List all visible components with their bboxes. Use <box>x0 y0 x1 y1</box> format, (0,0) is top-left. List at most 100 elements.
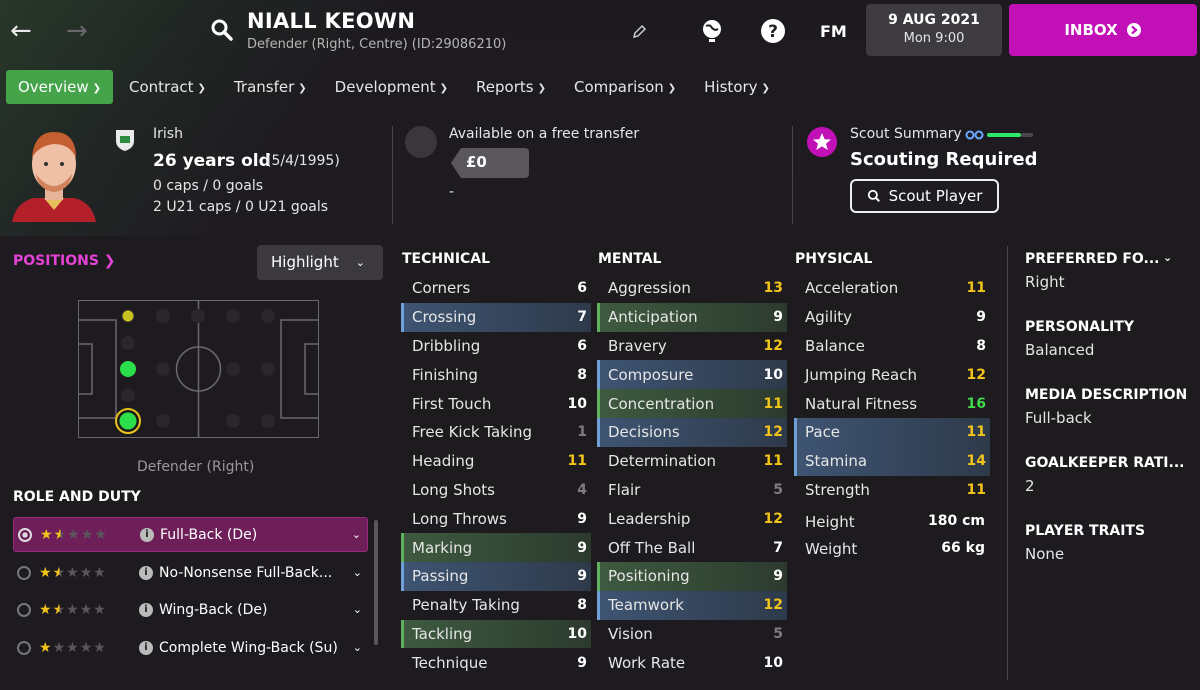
info-icon[interactable]: i <box>139 640 153 655</box>
attribute-row[interactable]: Long Throws 9 <box>401 504 591 533</box>
transfer-value: £0 <box>466 153 487 171</box>
role-item[interactable]: ★★★★★ i No-Nonsense Full-Back... ⌄ <box>13 555 368 590</box>
attribute-row[interactable]: Heading 11 <box>401 447 591 476</box>
chevron-down-icon[interactable]: ⌄ <box>353 603 362 616</box>
globe-icon[interactable] <box>700 18 724 44</box>
attribute-row[interactable]: Crossing 7 <box>401 302 591 332</box>
scout-status: Scouting Required <box>850 149 1038 170</box>
tab-development[interactable]: Development ❯ <box>323 70 460 104</box>
media-label: MEDIA DESCRIPTION <box>1025 387 1188 403</box>
roles-scrollbar[interactable] <box>374 520 378 645</box>
preferred-foot-label: PREFERRED FO... <box>1025 251 1160 267</box>
tab-bar: Overview ❯ Contract ❯ Transfer ❯ Developmen… <box>6 70 786 104</box>
attribute-row[interactable]: Passing 9 <box>401 561 591 591</box>
attribute-row[interactable]: Balance 8 <box>794 332 990 361</box>
divider <box>1007 246 1008 680</box>
attribute-row[interactable]: Decisions 12 <box>597 417 787 447</box>
scout-player-button[interactable]: Scout Player <box>850 179 999 213</box>
star-rating-icon: ★★★★★ <box>39 639 107 656</box>
attribute-row[interactable]: Penalty Taking 8 <box>401 591 591 620</box>
attribute-row[interactable]: Flair 5 <box>597 476 787 505</box>
role-name: Wing-Back (De) <box>159 601 268 618</box>
attribute-row[interactable]: Work Rate 10 <box>597 648 787 677</box>
tab-overview[interactable]: Overview ❯ <box>6 70 114 104</box>
technical-attributes: Corners 6 Crossing 7 Dribbling 6 Finishing 8 Fir… <box>401 274 591 677</box>
attribute-row[interactable]: Natural Fitness 16 <box>794 389 990 418</box>
attribute-row[interactable]: Marking 9 <box>401 533 591 562</box>
attribute-row[interactable]: Vision 5 <box>597 620 787 649</box>
search-icon[interactable] <box>210 18 234 42</box>
attribute-row[interactable]: Positioning 9 <box>597 561 787 591</box>
positions-link[interactable]: POSITIONS ❯ <box>13 253 116 269</box>
attribute-row[interactable]: Bravery 12 <box>597 332 787 361</box>
chevron-down-icon[interactable]: ⌄ <box>353 641 362 654</box>
info-icon[interactable]: i <box>139 565 153 580</box>
role-radio[interactable] <box>18 527 32 542</box>
inbox-button[interactable]: INBOX <box>1009 4 1197 56</box>
preferred-foot-section[interactable]: PREFERRED FO... ⌄ Right <box>1025 251 1195 291</box>
chevron-down-icon: ❯ <box>537 83 546 94</box>
role-name: Full-Back (De) <box>160 526 258 543</box>
forward-arrow-icon[interactable]: → <box>66 16 88 46</box>
date-box[interactable]: 9 AUG 2021 Mon 9:00 <box>866 4 1002 56</box>
role-radio[interactable] <box>17 640 31 655</box>
attribute-row[interactable]: Stamina 14 <box>794 446 990 476</box>
tab-contract[interactable]: Contract ❯ <box>117 70 218 104</box>
role-item[interactable]: ★★★★★ i Wing-Back (De) ⌄ <box>13 592 368 627</box>
pencil-icon[interactable] <box>631 24 647 40</box>
attribute-value: 9 <box>773 309 783 326</box>
chevron-down-icon: ❯ <box>92 83 102 94</box>
fm-logo[interactable]: FM <box>820 22 847 41</box>
goalkeeper-rating-section: GOALKEEPER RATI... 2 <box>1025 455 1195 495</box>
highlight-dropdown[interactable]: Highlight ⌄ <box>257 245 383 280</box>
attribute-row[interactable]: Agility 9 <box>794 303 990 332</box>
attribute-row[interactable]: Anticipation 9 <box>597 302 787 332</box>
preferred-foot-value: Right <box>1025 273 1065 291</box>
positions-title: POSITIONS <box>13 253 99 269</box>
chevron-down-icon[interactable]: ⌄ <box>353 566 362 579</box>
attribute-row[interactable]: Teamwork 12 <box>597 590 787 620</box>
tab-reports[interactable]: Reports ❯ <box>464 70 558 104</box>
attribute-row[interactable]: Acceleration 11 <box>794 274 990 303</box>
tab-comparison[interactable]: Comparison ❯ <box>562 70 688 104</box>
role-radio[interactable] <box>17 602 31 617</box>
pitch-diagram <box>77 299 319 438</box>
attribute-row[interactable]: First Touch 10 <box>401 389 591 418</box>
attribute-row[interactable]: Leadership 12 <box>597 504 787 533</box>
info-icon[interactable]: i <box>140 527 154 542</box>
player-name: NIALL KEOWN <box>247 9 416 33</box>
attribute-row[interactable]: Concentration 11 <box>597 389 787 418</box>
help-icon[interactable]: ? <box>760 18 786 44</box>
chevron-down-icon: ❯ <box>298 83 307 94</box>
chevron-right-icon: ❯ <box>103 253 116 269</box>
attribute-row[interactable]: Strength 11 <box>794 476 990 505</box>
info-icon[interactable]: i <box>139 602 153 617</box>
attribute-row[interactable]: Pace 11 <box>794 417 990 447</box>
role-radio[interactable] <box>17 565 31 580</box>
attribute-value: 1 <box>577 424 587 441</box>
star-rating-icon: ★★★★★ <box>40 526 108 543</box>
back-arrow-icon[interactable]: ← <box>10 16 32 46</box>
arrow-circle-icon <box>1126 23 1141 37</box>
role-item[interactable]: ★★★★★ i Full-Back (De) ⌄ <box>13 517 368 552</box>
attribute-row[interactable]: Technique 9 <box>401 648 591 677</box>
attribute-row[interactable]: Finishing 8 <box>401 360 591 389</box>
attribute-row[interactable]: Long Shots 4 <box>401 476 591 505</box>
attribute-row[interactable]: Dribbling 6 <box>401 332 591 361</box>
role-item[interactable]: ★★★★★ i Complete Wing-Back (Su) ⌄ <box>13 630 368 665</box>
attribute-value: 11 <box>763 453 783 470</box>
attribute-row[interactable]: Jumping Reach 12 <box>794 360 990 389</box>
attribute-name: Composure <box>608 365 694 384</box>
attribute-row[interactable]: Determination 11 <box>597 447 787 476</box>
player-avatar <box>12 132 96 222</box>
chevron-down-icon[interactable]: ⌄ <box>352 528 361 541</box>
attribute-row[interactable]: Tackling 10 <box>401 619 591 649</box>
attribute-row[interactable]: Free Kick Taking 1 <box>401 418 591 447</box>
tab-history[interactable]: History ❯ <box>692 70 782 104</box>
tab-transfer[interactable]: Transfer ❯ <box>222 70 319 104</box>
nationality: Irish <box>153 126 183 142</box>
attribute-row[interactable]: Off The Ball 7 <box>597 533 787 562</box>
attribute-row[interactable]: Composure 10 <box>597 360 787 390</box>
attribute-row[interactable]: Aggression 13 <box>597 274 787 303</box>
attribute-row[interactable]: Corners 6 <box>401 274 591 303</box>
